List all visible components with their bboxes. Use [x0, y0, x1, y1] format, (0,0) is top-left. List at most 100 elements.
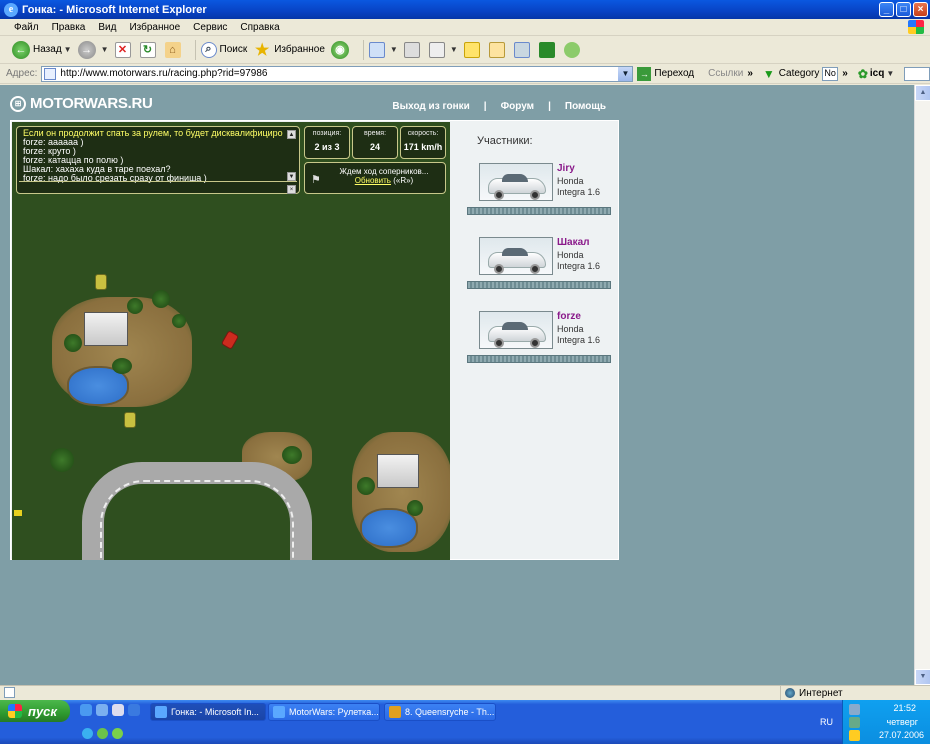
notes-button[interactable] — [463, 41, 483, 58]
refresh-icon: ↻ — [139, 41, 156, 58]
refresh-link[interactable]: Обновить — [355, 176, 391, 185]
chevron-down-icon[interactable]: ▼ — [287, 172, 296, 181]
media-button[interactable]: ◉ — [330, 40, 352, 59]
chevron-down-icon[interactable]: ▼ — [618, 66, 633, 81]
chevron-down-icon[interactable]: ▼ — [101, 45, 109, 54]
participant-name[interactable]: Шакал — [557, 237, 590, 248]
menu-tools[interactable]: Сервис — [193, 22, 227, 33]
chevron-right-icon[interactable]: » — [842, 68, 848, 79]
messenger-button[interactable] — [563, 41, 583, 58]
close-icon[interactable]: × — [287, 185, 296, 194]
ie-quicklaunch-icon[interactable] — [80, 704, 92, 716]
waiting-text: Ждем ход соперников... — [339, 167, 429, 176]
favorites-add-button[interactable] — [488, 41, 508, 58]
print-button[interactable] — [403, 41, 423, 58]
back-button[interactable]: ← Назад ▼ — [12, 40, 72, 59]
participant-name[interactable]: Jiry — [557, 163, 575, 174]
chat-line: forze: аааааа ) — [23, 138, 84, 147]
icq-toolbar-button[interactable] — [538, 41, 558, 58]
search-icon: ⌕ — [200, 41, 217, 58]
explorer-quicklaunch-icon[interactable] — [128, 704, 140, 716]
address-field[interactable]: ▼ — [41, 65, 634, 82]
network-icon[interactable] — [849, 704, 860, 715]
edit-icon — [428, 41, 445, 58]
network-icon[interactable] — [849, 717, 860, 728]
finish-marker — [14, 510, 22, 516]
minimize-button[interactable]: _ — [879, 2, 894, 17]
warning-icon[interactable] — [849, 730, 860, 741]
participant-progress-bar — [467, 355, 611, 363]
menu-favorites[interactable]: Избранное — [129, 22, 180, 33]
page-status-icon — [4, 687, 15, 698]
participant-car-model: Honda Integra 1.6 — [557, 250, 601, 271]
edit-button[interactable]: ▼ — [428, 41, 458, 58]
car-image — [479, 237, 553, 275]
nav-forum[interactable]: Форум — [501, 101, 534, 112]
close-button[interactable]: × — [913, 2, 928, 17]
menu-view[interactable]: Вид — [98, 22, 116, 33]
participant-name[interactable]: forze — [557, 311, 581, 322]
icq-quicklaunch-icon[interactable] — [112, 728, 123, 739]
address-input[interactable] — [60, 68, 621, 79]
winamp-icon — [389, 706, 401, 718]
nav-exit-race[interactable]: Выход из гонки — [392, 101, 469, 112]
site-header: ⊞ MOTORWARS.RU Выход из гонки | Форум | … — [10, 93, 618, 119]
icq-search-field[interactable] — [904, 66, 930, 81]
position-stat: позиция: 2 из 3 — [304, 126, 350, 159]
ie-icon — [273, 706, 285, 718]
windows-logo-icon — [908, 20, 924, 34]
site-logo[interactable]: ⊞ MOTORWARS.RU — [10, 95, 153, 112]
icq-button[interactable]: ✿ icq ▼ — [858, 67, 894, 81]
go-button[interactable]: → Переход — [637, 66, 694, 81]
house — [84, 312, 128, 346]
forward-button[interactable]: → ▼ — [77, 40, 109, 59]
maximize-button[interactable]: □ — [896, 2, 911, 17]
security-zone: Интернет — [780, 686, 843, 700]
category-field[interactable]: No — [822, 66, 839, 81]
chat-line: forze: катацца по полю ) — [23, 156, 124, 165]
menu-help[interactable]: Справка — [240, 22, 279, 33]
favorites-button[interactable]: ★ Избранное — [253, 41, 325, 59]
menu-file[interactable]: Файл — [14, 22, 39, 33]
player-car[interactable] — [220, 330, 240, 350]
filter-icon[interactable]: ▼ — [763, 67, 775, 81]
stop-button[interactable]: ✕ — [114, 41, 134, 58]
menu-edit[interactable]: Правка — [52, 22, 86, 33]
task-ie-race[interactable]: Гонка: - Microsoft In... — [150, 703, 266, 721]
chevron-up-icon[interactable]: ▲ — [287, 130, 296, 139]
scroll-down-button[interactable]: ▼ — [915, 669, 930, 685]
mail-button[interactable]: ▼ — [368, 41, 398, 58]
search-button[interactable]: ⌕ Поиск — [200, 41, 247, 58]
clock-day: четверг — [886, 717, 919, 727]
home-button[interactable]: ⌂ — [164, 41, 184, 58]
links-button[interactable]: Ссылки — [708, 68, 743, 79]
vertical-scrollbar[interactable]: ▲ ▼ — [914, 85, 930, 685]
speed-stat: скорость: 171 km/h — [400, 126, 446, 159]
ie-quicklaunch-icon[interactable] — [82, 728, 93, 739]
chat-line: Если он продолжит спать за рулем, то буд… — [23, 129, 283, 138]
language-indicator[interactable]: RU — [820, 717, 833, 727]
chevron-down-icon[interactable]: ▼ — [450, 45, 458, 54]
outlook-quicklaunch-icon[interactable] — [96, 704, 108, 716]
chevron-down-icon[interactable]: ▼ — [886, 69, 894, 78]
task-ie-roulette[interactable]: MotorWars: Рулетка... — [268, 703, 380, 721]
stop-icon: ✕ — [114, 41, 131, 58]
desktop-quicklaunch-icon[interactable] — [112, 704, 124, 716]
task-winamp[interactable]: 8. Queensryche - Th... — [384, 703, 496, 721]
bush — [407, 500, 423, 516]
taskbar: пуск Гонка: - Microsoft In... MotorWars:… — [0, 700, 930, 744]
refresh-button[interactable]: ↻ — [139, 41, 159, 58]
nav-help[interactable]: Помощь — [565, 101, 606, 112]
go-arrow-icon: → — [637, 66, 652, 81]
chevron-right-icon[interactable]: » — [747, 68, 753, 79]
checkered-flag-icon: ⚑ — [311, 174, 321, 186]
research-button[interactable] — [513, 41, 533, 58]
media-quicklaunch-icon[interactable] — [97, 728, 108, 739]
start-button[interactable]: пуск — [0, 700, 70, 722]
waiting-box: ⚑ Ждем ход соперников... Обновить («R») — [304, 162, 446, 194]
chevron-down-icon[interactable]: ▼ — [64, 45, 72, 54]
chevron-down-icon[interactable]: ▼ — [390, 45, 398, 54]
race-map[interactable]: Если он продолжит спать за рулем, то буд… — [12, 122, 450, 560]
bush — [172, 314, 186, 328]
scroll-up-button[interactable]: ▲ — [915, 85, 930, 101]
